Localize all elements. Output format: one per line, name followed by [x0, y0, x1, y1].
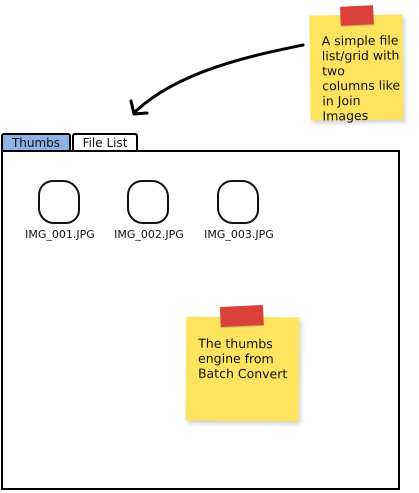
sticky-note-file-list: A simple file list/grid with two columns…: [309, 5, 404, 124]
thumbnail-item[interactable]: IMG_003.JPG: [196, 180, 282, 242]
tape-strip: [340, 5, 374, 26]
tape-strip: [219, 305, 264, 327]
note-text: A simple file list/grid with two columns…: [321, 32, 401, 124]
note-text: The thumbs engine from Batch Convert: [197, 335, 288, 382]
thumbnail-filename: IMG_002.JPG: [114, 228, 184, 241]
sticky-note-thumbs-engine: The thumbs engine from Batch Convert: [185, 305, 300, 422]
image-thumbnail: [38, 180, 80, 224]
thumbnail-filename: IMG_001.JPG: [25, 228, 95, 241]
thumbnail-item[interactable]: IMG_002.JPG: [106, 180, 192, 242]
thumbnail-item[interactable]: IMG_001.JPG: [17, 180, 103, 242]
image-thumbnail: [127, 180, 169, 224]
thumbnail-filename: IMG_003.JPG: [204, 228, 274, 241]
tab-file-list[interactable]: File List: [72, 133, 138, 151]
tab-thumbs[interactable]: Thumbs: [1, 133, 71, 151]
image-thumbnail: [217, 180, 259, 224]
